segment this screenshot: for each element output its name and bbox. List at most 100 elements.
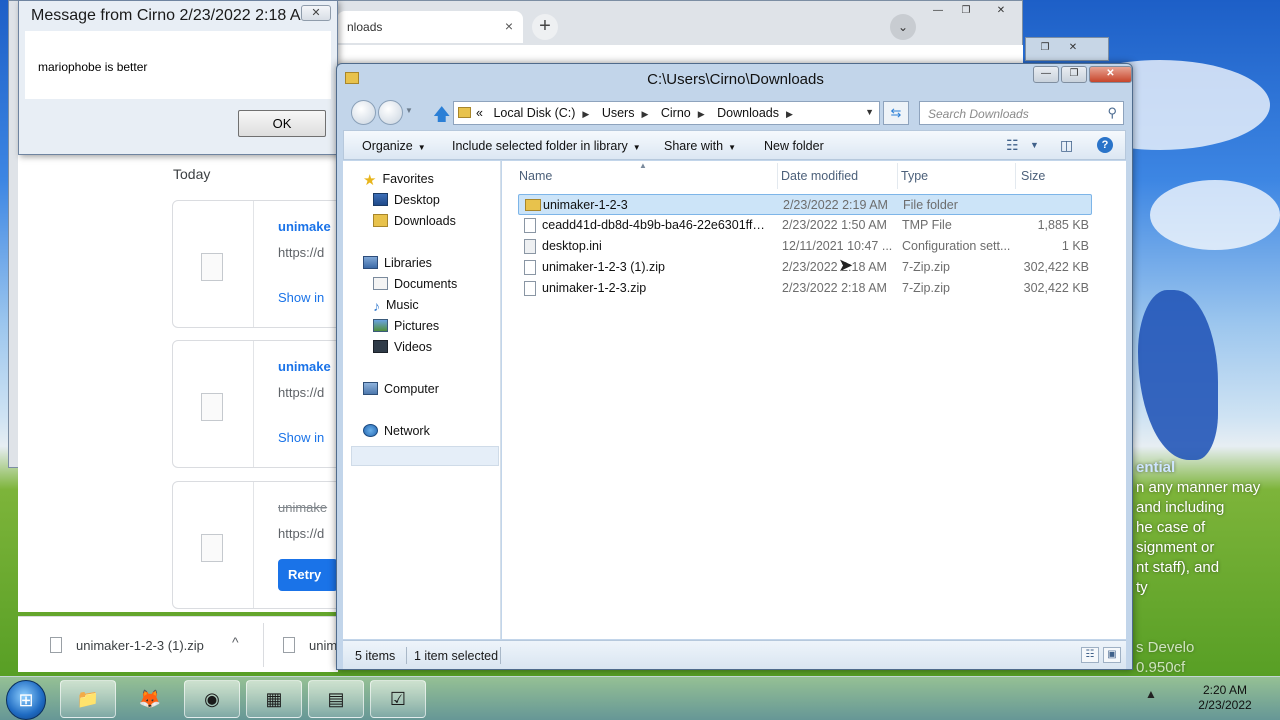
ok-button[interactable]: OK	[238, 110, 326, 137]
status-bar: 5 items 1 item selected ☷ ▣	[343, 640, 1126, 669]
details-view-icon[interactable]: ☷	[1081, 647, 1099, 663]
file-name: unimaker-1-2-3 (1).zip	[542, 260, 665, 274]
card-divider	[253, 482, 254, 608]
computer-highlight	[351, 446, 499, 466]
maximize-button[interactable]: ❐	[1061, 66, 1087, 83]
breadcrumb-overflow[interactable]: «	[476, 106, 483, 120]
system-clock[interactable]: 2:20 AM 2/23/2022	[1180, 683, 1270, 713]
preview-pane-icon[interactable]: ◫	[1060, 137, 1073, 154]
column-divider[interactable]	[1015, 163, 1016, 189]
breadcrumb-item[interactable]: Users	[602, 106, 635, 120]
recent-pages-dropdown[interactable]: ▼	[405, 106, 413, 115]
shelf-item-name[interactable]: unim	[309, 638, 337, 653]
clock-date: 2/23/2022	[1198, 698, 1252, 712]
minimize-button[interactable]: —	[925, 3, 951, 20]
column-size[interactable]: Size	[1021, 169, 1045, 183]
app-taskbar-button[interactable]: ▦	[246, 680, 302, 718]
close-button[interactable]: ✕	[1060, 40, 1086, 57]
nav-videos[interactable]: Videos	[373, 340, 432, 354]
download-name: unimake	[278, 500, 328, 515]
maximize-button[interactable]: ❐	[953, 3, 979, 20]
chevron-right-icon[interactable]: ▶	[641, 109, 648, 119]
nav-desktop[interactable]: Desktop	[373, 193, 440, 207]
shelf-item-name[interactable]: unimaker-1-2-3 (1).zip	[76, 638, 204, 653]
search-input[interactable]: Search Downloads ⚲	[919, 101, 1124, 125]
up-arrow-icon[interactable]: 🡅	[433, 102, 450, 131]
start-button[interactable]: ⊞	[6, 680, 46, 720]
wallpaper-text: s Develo	[1136, 639, 1195, 656]
breadcrumb-item[interactable]: Downloads	[717, 106, 779, 120]
file-row[interactable]: unimaker-1-2-3 (1).zip 2/23/2022 2:18 AM…	[518, 257, 1092, 278]
chevron-right-icon[interactable]: ▶	[582, 109, 589, 119]
nav-pictures[interactable]: Pictures	[373, 319, 439, 333]
refresh-icon[interactable]: ⇆	[883, 101, 909, 125]
address-bar[interactable]: « Local Disk (C:) ▶ Users ▶ Cirno ▶ Downloa…	[453, 101, 880, 125]
file-row[interactable]: unimaker-1-2-3 2/23/2022 2:19 AM File fo…	[518, 194, 1092, 215]
new-tab-button[interactable]: +	[532, 14, 558, 40]
column-date[interactable]: Date modified	[781, 169, 858, 183]
downloads-folder-icon	[373, 214, 388, 227]
new-folder-button[interactable]: New folder	[764, 139, 824, 153]
file-icon	[50, 637, 62, 653]
search-icon[interactable]: ⚲	[1107, 105, 1117, 121]
back-button[interactable]	[351, 100, 376, 125]
minimize-button[interactable]: —	[1033, 66, 1059, 83]
column-divider[interactable]	[777, 163, 778, 189]
show-hidden-icons-button[interactable]: ▲	[1145, 687, 1157, 701]
column-name[interactable]: Name	[519, 169, 552, 183]
file-row[interactable]: ceadd41d-db8d-4b9b-ba46-22e6301ff235... …	[518, 215, 1092, 236]
breadcrumb-item[interactable]: Cirno	[661, 106, 691, 120]
firefox-taskbar-button[interactable]: 🦊	[122, 680, 178, 718]
chrome-taskbar-button[interactable]: ◉	[184, 680, 240, 718]
share-with-menu[interactable]: Share with ▼	[664, 139, 736, 153]
show-in-folder-link[interactable]: Show in	[278, 290, 324, 305]
chevron-right-icon[interactable]: ▶	[786, 109, 793, 119]
app-taskbar-button[interactable]: ☑	[370, 680, 426, 718]
organize-menu[interactable]: Organize ▼	[362, 139, 426, 153]
tab-search-button[interactable]: ⌄	[890, 14, 916, 40]
explorer-taskbar-button[interactable]: 📁	[60, 680, 116, 718]
show-in-folder-link[interactable]: Show in	[278, 430, 324, 445]
file-list: ▲ Name Date modified Type Size unimaker-…	[502, 161, 1126, 639]
nav-downloads[interactable]: Downloads	[373, 214, 456, 228]
column-divider[interactable]	[897, 163, 898, 189]
forward-button[interactable]	[378, 100, 403, 125]
large-icons-view-icon[interactable]: ▣	[1103, 647, 1121, 663]
file-row[interactable]: desktop.ini 12/11/2021 10:47 ... Configu…	[518, 236, 1092, 257]
close-icon[interactable]: ✕	[301, 5, 331, 21]
wallpaper-text: 0.950cf	[1136, 659, 1186, 676]
chrome-tab[interactable]: nloads ×	[337, 11, 523, 43]
breadcrumb-item[interactable]: Local Disk (C:)	[493, 106, 575, 120]
nav-music[interactable]: ♪ Music	[373, 298, 419, 314]
column-type[interactable]: Type	[901, 169, 928, 183]
chrome-tab-close-icon[interactable]: ×	[505, 18, 513, 34]
nav-label: Network	[384, 424, 430, 438]
nav-network[interactable]: Network	[363, 424, 430, 438]
file-icon	[201, 253, 223, 281]
file-row[interactable]: unimaker-1-2-3.zip 2/23/2022 2:18 AM 7-Z…	[518, 278, 1092, 299]
file-size: 302,422 KB	[1023, 260, 1089, 274]
nav-computer[interactable]: Computer	[363, 382, 439, 396]
change-view-icon[interactable]: ☷	[1006, 137, 1019, 154]
chevron-up-icon[interactable]: ^	[232, 634, 239, 650]
folder-icon	[458, 107, 471, 118]
nav-libraries[interactable]: Libraries	[363, 256, 432, 270]
help-icon[interactable]: ?	[1097, 137, 1113, 153]
download-name-link[interactable]: unimake	[278, 359, 331, 374]
maximize-button[interactable]: ❐	[1032, 40, 1058, 57]
include-in-library-menu[interactable]: Include selected folder in library ▼	[452, 139, 641, 153]
download-name-link[interactable]: unimake	[278, 219, 331, 234]
chevron-down-icon[interactable]: ▼	[1030, 140, 1039, 150]
nav-documents[interactable]: Documents	[373, 277, 457, 291]
chevron-right-icon[interactable]: ▶	[698, 109, 705, 119]
address-dropdown-icon[interactable]: ▼	[865, 107, 874, 117]
wallpaper-text: signment or	[1136, 539, 1215, 556]
app-taskbar-button[interactable]: ▤	[308, 680, 364, 718]
retry-button[interactable]: Retry	[278, 559, 338, 591]
file-type: File folder	[903, 198, 958, 212]
chrome-tab-title: nloads	[347, 20, 383, 34]
close-button[interactable]: ✕	[1089, 66, 1132, 83]
close-button[interactable]: ✕	[981, 3, 1021, 20]
nav-label: Videos	[394, 340, 432, 354]
nav-favorites[interactable]: ★ Favorites	[363, 171, 434, 189]
